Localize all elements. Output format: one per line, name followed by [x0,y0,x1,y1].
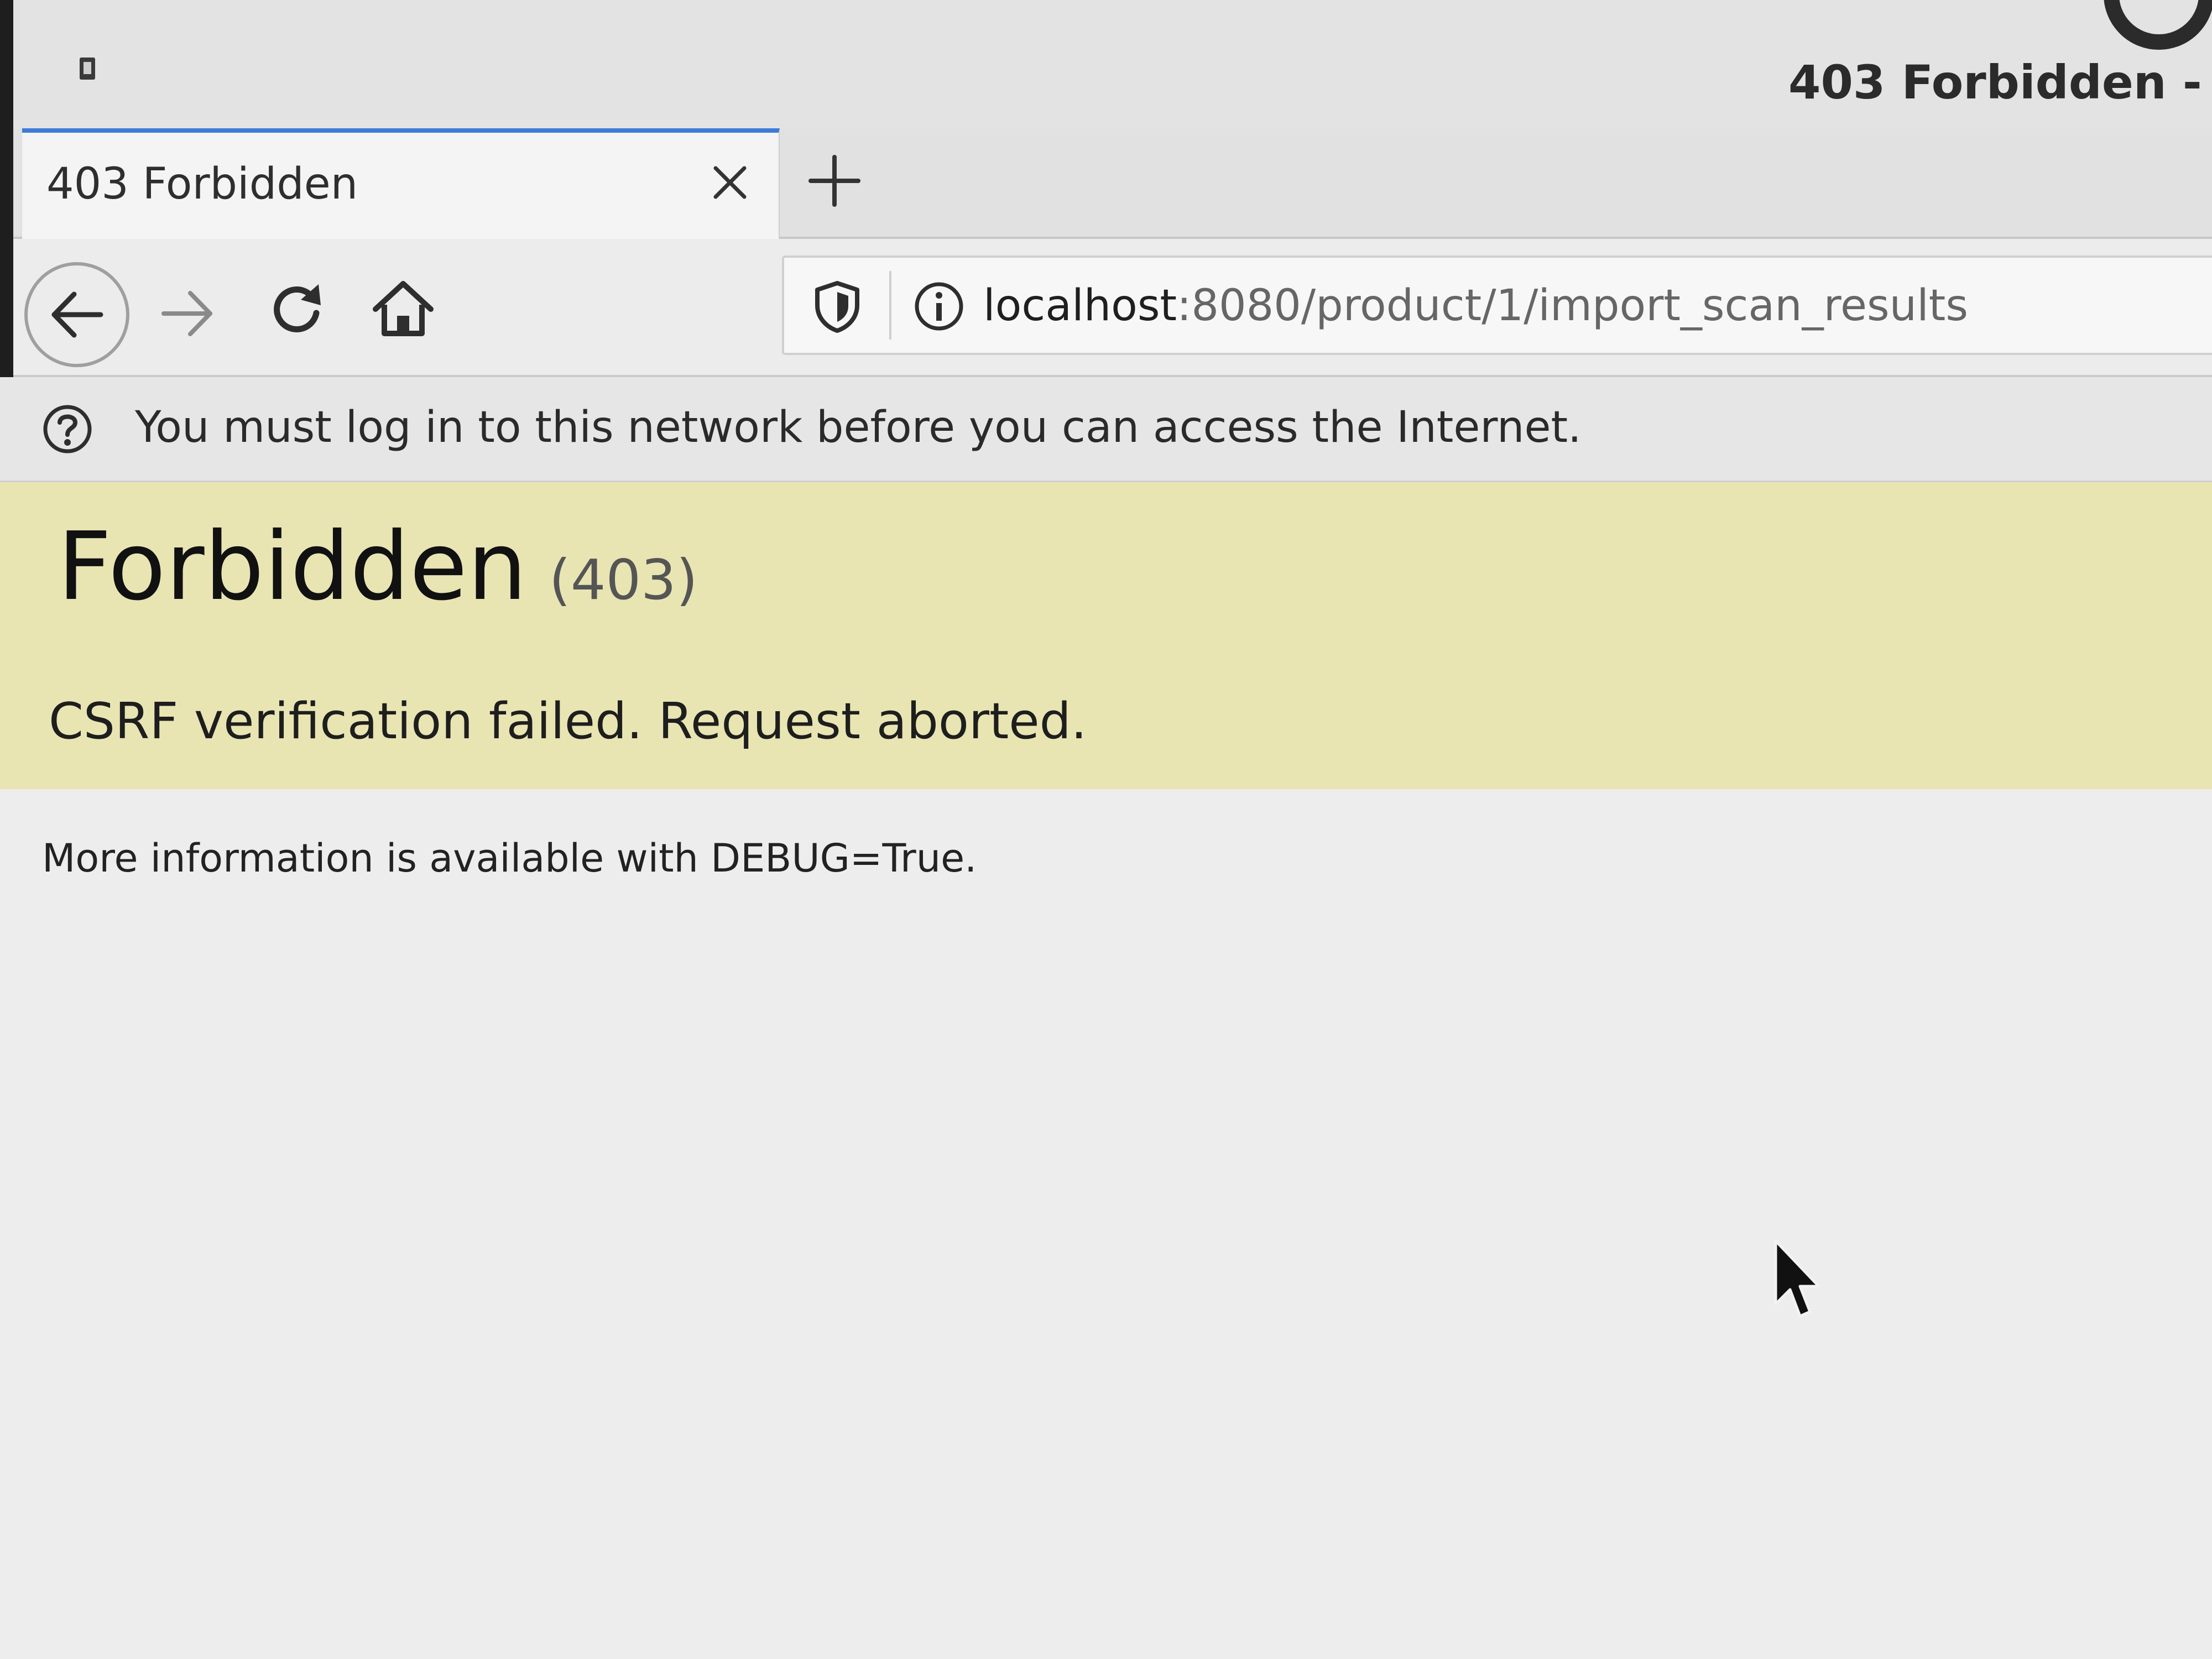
page-body: More information is available with DEBUG… [0,789,2212,1659]
help-icon [41,403,94,456]
home-button[interactable] [362,268,445,351]
error-summary: Forbidden (403) CSRF verification failed.… [0,482,2212,789]
reload-icon [274,284,321,332]
address-bar[interactable]: localhost:8080/product/1/import_scan_res… [782,255,2212,355]
window-control-icon[interactable] [2104,0,2212,50]
navigation-toolbar: localhost:8080/product/1/import_scan_res… [13,239,2212,377]
info-icon[interactable] [911,279,967,334]
plus-icon[interactable] [804,150,865,211]
status-code: (403) [549,547,698,612]
url-path: :8080/product/1/import_scan_results [1177,281,1968,331]
screen-edge [0,0,13,420]
captive-portal-notification: You must log in to this network before y… [0,377,2212,482]
forward-arrow-icon [161,291,212,336]
tab-strip: 403 Forbidden [13,128,2212,239]
app-icon [80,58,95,80]
home-icon [373,281,434,336]
close-icon[interactable] [708,160,752,205]
url-host: localhost [983,281,1177,331]
back-arrow-icon [51,291,103,338]
error-reason: CSRF verification failed. Request aborte… [49,692,1087,750]
shield-icon[interactable] [810,279,865,334]
window-title-bar: 403 Forbidden - M [13,0,2212,128]
tab-active[interactable]: 403 Forbidden [22,128,780,239]
portal-message[interactable]: You must log in to this network before y… [135,403,1582,452]
error-title: Forbidden [58,512,527,622]
page-title: Forbidden (403) [58,512,698,622]
debug-info-text: More information is available with DEBUG… [42,836,977,881]
window-title: 403 Forbidden - M [1788,55,2212,109]
url-text[interactable]: localhost:8080/product/1/import_scan_res… [983,281,1968,331]
back-button[interactable] [24,262,129,367]
reload-button[interactable] [257,268,340,351]
url-divider [889,271,891,340]
forward-button[interactable] [146,272,229,355]
tab-title: 403 Forbidden [46,159,358,209]
cursor-icon [1774,1239,1820,1318]
